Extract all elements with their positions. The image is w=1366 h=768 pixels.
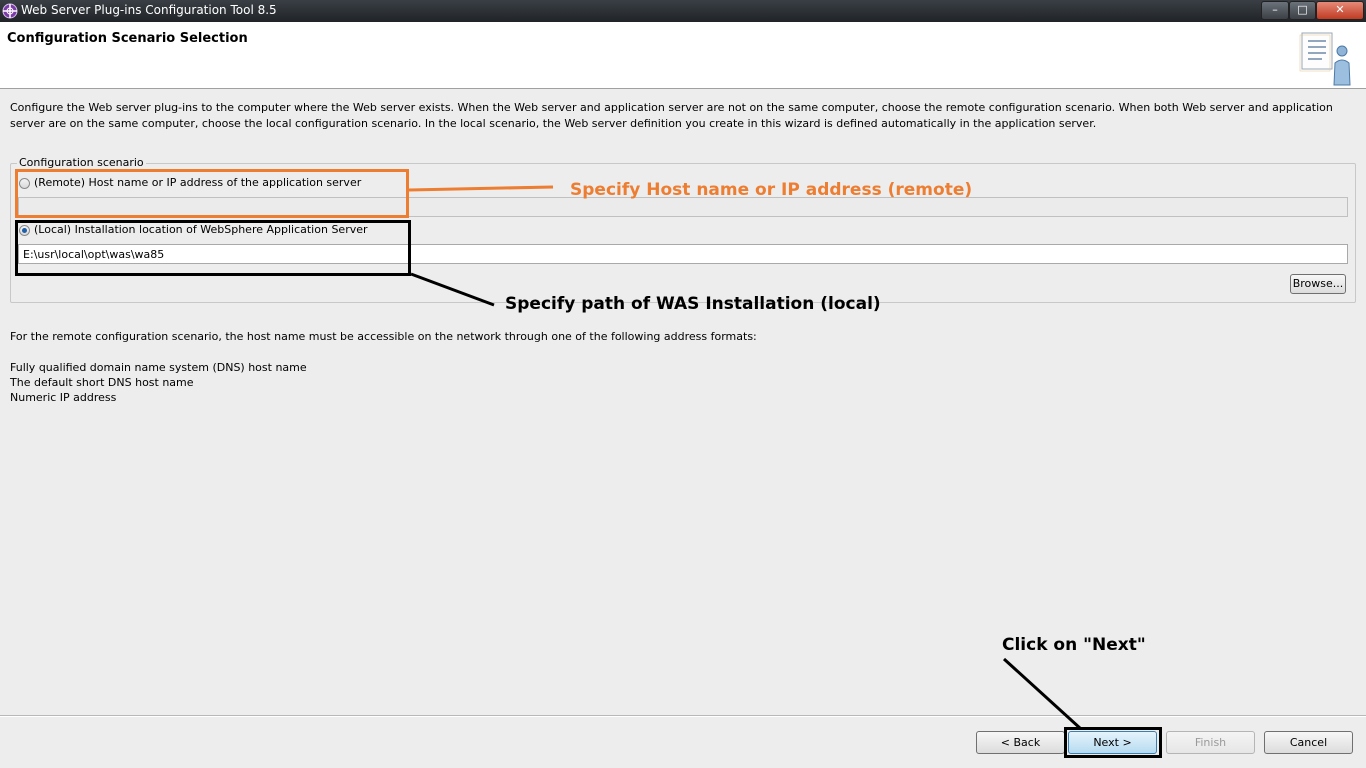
address-format-list: Fully qualified domain name system (DNS)… <box>10 360 307 405</box>
remote-note: For the remote configuration scenario, t… <box>10 330 757 343</box>
browse-button[interactable]: Browse... <box>1290 274 1346 294</box>
annotation-remote-text: Specify Host name or IP address (remote) <box>570 180 973 200</box>
minimize-button[interactable]: – <box>1261 1 1289 20</box>
group-legend: Configuration scenario <box>17 156 146 169</box>
annotation-remote-box <box>15 169 409 218</box>
close-button[interactable]: ✕ <box>1316 1 1364 20</box>
list-item: Fully qualified domain name system (DNS)… <box>10 361 307 374</box>
list-item: The default short DNS host name <box>10 376 194 389</box>
app-globe-icon <box>2 3 18 19</box>
annotation-local-box <box>15 220 411 276</box>
scenario-description: Configure the Web server plug-ins to the… <box>10 101 1333 130</box>
wizard-document-person-icon <box>1299 32 1351 86</box>
wizard-header: Configuration Scenario Selection <box>0 22 1366 89</box>
page-title: Configuration Scenario Selection <box>7 31 248 46</box>
list-item: Numeric IP address <box>10 391 117 404</box>
annotation-local-text: Specify path of WAS Installation (local) <box>505 294 881 314</box>
annotation-next-text: Click on "Next" <box>1002 635 1146 655</box>
back-button[interactable]: < Back <box>976 731 1065 754</box>
window-title: Web Server Plug-ins Configuration Tool 8… <box>21 3 277 17</box>
annotation-next-line <box>1002 657 1083 731</box>
footer-separator <box>0 715 1366 717</box>
maximize-button[interactable]: □ <box>1289 1 1316 20</box>
annotation-next-box <box>1064 727 1162 758</box>
finish-button[interactable]: Finish <box>1166 731 1255 754</box>
cancel-button[interactable]: Cancel <box>1264 731 1353 754</box>
wizard-window: Web Server Plug-ins Configuration Tool 8… <box>0 0 1366 768</box>
title-bar: Web Server Plug-ins Configuration Tool 8… <box>0 0 1366 22</box>
